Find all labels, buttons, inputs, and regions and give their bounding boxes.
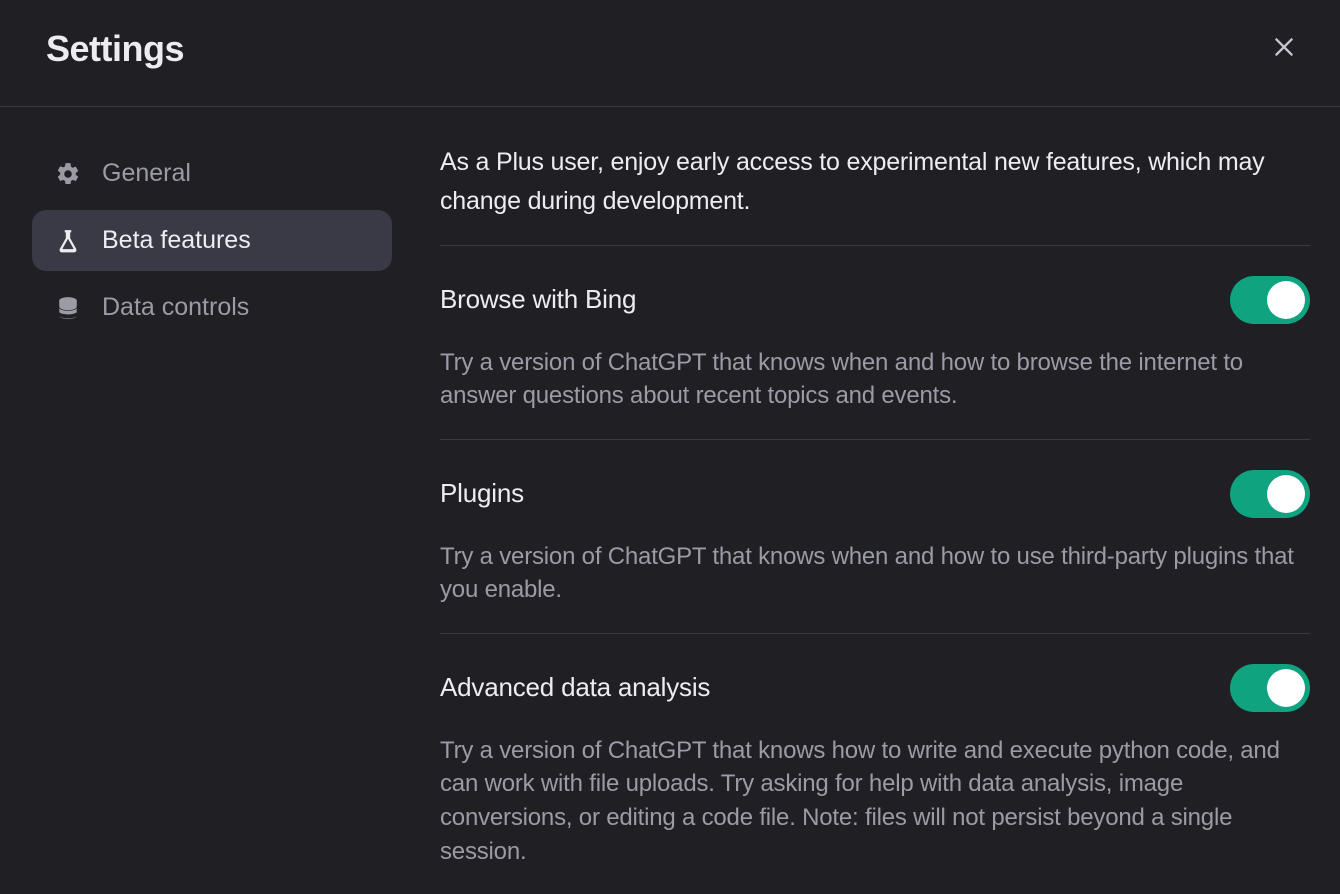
toggle-knob: [1267, 281, 1305, 319]
feature-description: Try a version of ChatGPT that knows when…: [440, 540, 1310, 607]
gear-icon: [54, 160, 82, 188]
close-icon: [1271, 34, 1297, 65]
intro-text: As a Plus user, enjoy early access to ex…: [440, 143, 1310, 246]
feature-title: Advanced data analysis: [440, 672, 710, 703]
sidebar-item-label: General: [102, 159, 191, 188]
toggle-plugins[interactable]: [1230, 470, 1310, 518]
settings-header: Settings: [0, 0, 1340, 107]
page-title: Settings: [46, 28, 184, 70]
feature-description: Try a version of ChatGPT that knows how …: [440, 734, 1310, 868]
feature-title: Browse with Bing: [440, 284, 636, 315]
feature-description: Try a version of ChatGPT that knows when…: [440, 346, 1310, 413]
feature-head: Advanced data analysis: [440, 664, 1310, 712]
feature-plugins: Plugins Try a version of ChatGPT that kn…: [440, 440, 1310, 634]
settings-body: General Beta features Data controls: [0, 107, 1340, 894]
sidebar-item-general[interactable]: General: [32, 143, 392, 204]
feature-title: Plugins: [440, 478, 524, 509]
feature-advanced-data-analysis: Advanced data analysis Try a version of …: [440, 634, 1310, 894]
sidebar-item-label: Beta features: [102, 226, 251, 255]
feature-head: Plugins: [440, 470, 1310, 518]
sidebar-item-label: Data controls: [102, 293, 249, 322]
sidebar-item-beta-features[interactable]: Beta features: [32, 210, 392, 271]
beaker-icon: [54, 227, 82, 255]
sidebar: General Beta features Data controls: [0, 143, 408, 894]
feature-browse-with-bing: Browse with Bing Try a version of ChatGP…: [440, 246, 1310, 440]
sidebar-item-data-controls[interactable]: Data controls: [32, 277, 392, 338]
toggle-advanced-data-analysis[interactable]: [1230, 664, 1310, 712]
toggle-knob: [1267, 475, 1305, 513]
feature-head: Browse with Bing: [440, 276, 1310, 324]
close-button[interactable]: [1268, 33, 1300, 65]
toggle-knob: [1267, 669, 1305, 707]
toggle-browse-with-bing[interactable]: [1230, 276, 1310, 324]
database-icon: [54, 294, 82, 322]
main-content: As a Plus user, enjoy early access to ex…: [408, 143, 1340, 894]
